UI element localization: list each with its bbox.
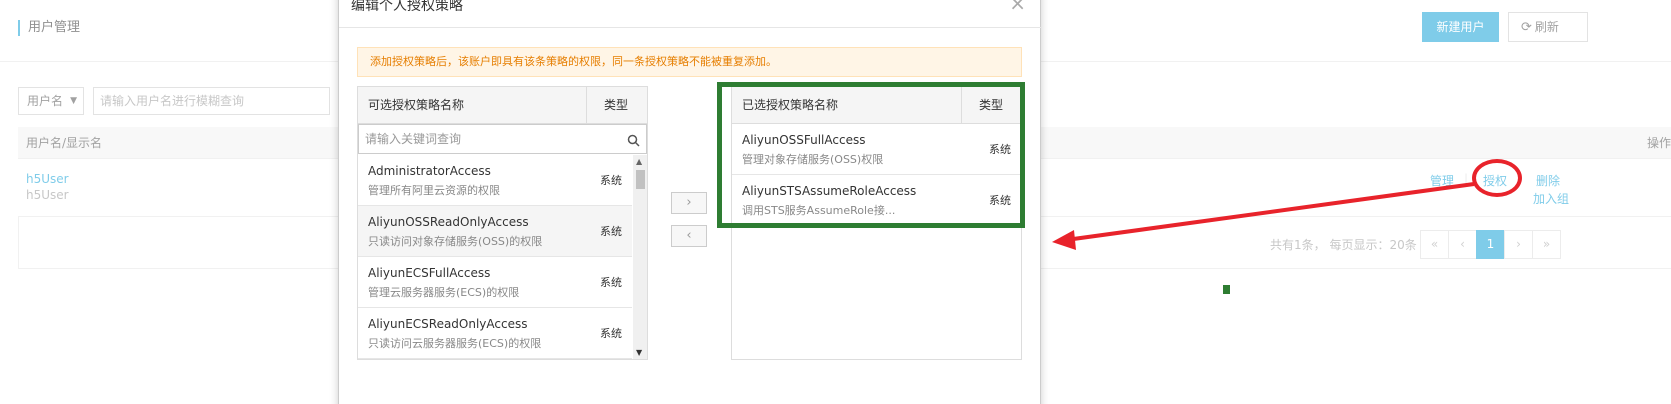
scroll-thumb[interactable]: [636, 170, 645, 189]
policy-name: AliyunOSSReadOnlyAccess: [368, 215, 529, 229]
policy-name: AliyunECSFullAccess: [368, 266, 491, 280]
list-scrollbar[interactable]: ▲ ▼: [633, 155, 647, 359]
warning-banner: 添加授权策略后，该账户即具有该条策略的权限，同一条授权策略不能被重复添加。: [357, 47, 1022, 77]
list-item[interactable]: AliyunOSSReadOnlyAccess 只读访问对象存储服务(OSS)的…: [358, 206, 632, 257]
policy-type: 系统: [600, 225, 622, 238]
annotation-green-box: [717, 82, 1025, 228]
policy-desc: 管理云服务器服务(ECS)的权限: [368, 286, 520, 299]
available-header-name: 可选授权策略名称: [368, 98, 465, 112]
policy-search-input[interactable]: 请输入关键词查询: [358, 124, 647, 154]
search-icon[interactable]: [627, 130, 640, 158]
policy-type: 系统: [600, 276, 622, 289]
annotation-red-arrow: [1052, 182, 1475, 250]
scroll-up-icon[interactable]: ▲: [636, 157, 642, 166]
policy-desc: 只读访问云服务器服务(ECS)的权限: [368, 337, 542, 350]
list-item[interactable]: AdministratorAccess 管理所有阿里云资源的权限 系统: [358, 155, 632, 206]
list-item[interactable]: AliyunECSFullAccess 管理云服务器服务(ECS)的权限 系统: [358, 257, 632, 308]
scroll-down-icon[interactable]: ▼: [636, 348, 642, 357]
policy-name: AdministratorAccess: [368, 164, 491, 178]
move-left-button[interactable]: ‹: [671, 225, 707, 247]
policy-search-placeholder: 请输入关键词查询: [365, 132, 462, 146]
policy-type: 系统: [600, 327, 622, 340]
modal-divider: [339, 27, 1042, 28]
policy-desc: 管理所有阿里云资源的权限: [368, 184, 500, 197]
header-divider: [586, 87, 587, 124]
policy-desc: 只读访问对象存储服务(OSS)的权限: [368, 235, 543, 248]
available-panel-header: 可选授权策略名称 类型: [358, 87, 647, 124]
close-icon[interactable]: ×: [1009, 0, 1026, 13]
modal-title: 编辑个人授权策略: [351, 0, 463, 14]
available-policies-panel: 可选授权策略名称 类型 请输入关键词查询 AdministratorAccess…: [357, 86, 648, 360]
available-header-type: 类型: [604, 98, 629, 112]
policy-type: 系统: [600, 174, 622, 187]
move-right-button[interactable]: ›: [671, 192, 707, 214]
policy-name: AliyunECSReadOnlyAccess: [368, 317, 528, 331]
list-item[interactable]: AliyunECSReadOnlyAccess 只读访问云服务器服务(ECS)的…: [358, 308, 632, 359]
annotation-green-dot: [1223, 285, 1230, 294]
